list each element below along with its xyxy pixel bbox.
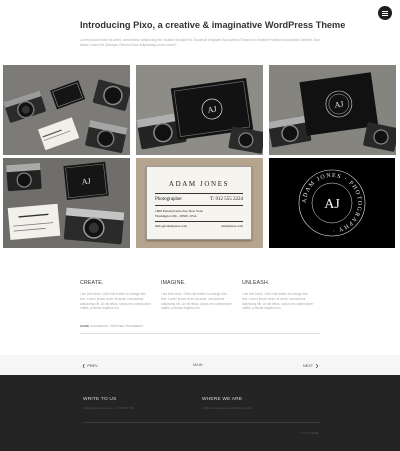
feature-title: IMAGINE. [161,280,186,286]
copyright-text: © PIXO THEME [300,432,319,435]
footer-divider [83,422,320,423]
feature-body: I am text block. Click edit button to ch… [80,292,152,311]
footer-where-we-are: WHERE WE ARE 1600 Pennsylvania Ave, Wash… [202,397,312,410]
cameras-image [3,65,130,155]
gallery-image-logo[interactable]: ADAM JONES · PHOTOGRAPHY · AJ [269,158,395,248]
menu-button[interactable] [378,6,392,20]
feature-title: UNLEASH. [242,280,270,286]
card-website: adamjones.com [221,224,243,228]
site-footer: WRITE TO US hello@pixo-theme.com · +1 23… [0,375,400,451]
gallery-image-stationery[interactable]: AJ [3,158,130,248]
tag-home-link[interactable]: HOME [80,324,89,328]
svg-text:AJ: AJ [207,104,217,114]
feature-imagine: IMAGINE. I am text block. Click edit but… [161,280,233,311]
main-link[interactable]: MAIN [193,363,203,367]
card-box-image: AJ [136,65,263,155]
hamburger-icon [382,10,388,12]
gallery-grid: AJ AJ AJ ADAM JONES Photographer T: 912 … [0,64,400,248]
next-link[interactable]: NEXT ❯ [303,363,318,368]
tag-links: HOME / FACEBOOK / TWITTER / PINTEREST [80,324,143,328]
prev-link[interactable]: ❮ PREV [82,363,98,368]
card-divider [155,193,243,194]
feature-unleash: UNLEASH. I am text block. Click edit but… [242,280,314,311]
aj-logo: ADAM JONES · PHOTOGRAPHY · AJ [298,169,366,237]
post-pagination: ❮ PREV MAIN NEXT ❯ [0,355,400,375]
feature-title: CREATE. [80,280,104,286]
footer-contact-text: hello@pixo-theme.com · +1 234 567 890 [83,406,134,410]
chevron-left-icon: ❮ [82,364,86,368]
business-card: ADAM JONES Photographer T: 912 555 2224 … [146,166,252,240]
card-name: ADAM JONES [168,180,230,188]
tag-social-links[interactable]: / FACEBOOK / TWITTER / PINTEREST [89,324,143,328]
prev-label: PREV [87,364,98,368]
content-divider [80,333,320,334]
svg-text:AJ: AJ [81,176,91,186]
footer-heading: WHERE WE ARE [202,397,243,402]
feature-body: I am text block. Click edit button to ch… [161,292,233,311]
footer-write-to-us: WRITE TO US hello@pixo-theme.com · +1 23… [83,397,193,410]
gallery-image-cameras-cards[interactable] [3,65,130,155]
next-label: NEXT [303,364,314,368]
gallery-image-business-card[interactable]: ADAM JONES Photographer T: 912 555 2224 … [136,158,263,248]
svg-text:AJ: AJ [334,99,344,109]
feature-body: I am text block. Click edit button to ch… [242,292,314,311]
intro-text: Lorem ipsum dolor sit amet, consectetur … [80,38,320,47]
footer-heading: WRITE TO US [83,397,117,402]
card-email: hello@adamjones.com [155,224,188,228]
logo-monogram: AJ [324,197,340,212]
gallery-image-card-box[interactable]: AJ [136,65,263,155]
box-lid-image: AJ [269,65,396,155]
gallery-image-box-lid[interactable]: AJ [269,65,396,155]
stationery-image: AJ [3,158,130,248]
card-address: 1600 Pennsylvania Ave New York Washingto… [155,209,203,218]
footer-address-text: 1600 Pennsylvania Ave, Washington DC [202,406,253,410]
page-title: Introducing Pixo, a creative & imaginati… [80,20,346,30]
card-phone: T: 912 555 2224 [210,197,243,202]
chevron-right-icon: ❯ [315,364,319,368]
card-role: Photographer [155,197,182,202]
feature-create: CREATE. I am text block. Click edit butt… [80,280,152,311]
